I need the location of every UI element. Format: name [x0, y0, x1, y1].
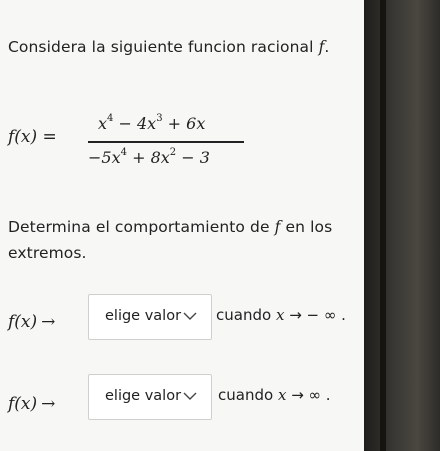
num-term-3: + 6x [162, 114, 206, 133]
row-1-var: x [275, 306, 285, 324]
row-2-target: → ∞ . [291, 386, 331, 404]
row-1-function: f(x) [8, 312, 38, 332]
prompt-line-1: Determina el comportamiento de f en los [8, 218, 332, 236]
den-term-3: − 3 [176, 148, 210, 167]
denominator: −5x4 + 8x2 − 3 [88, 147, 210, 167]
row-2-select[interactable]: elige valor [88, 374, 212, 420]
chevron-down-icon [183, 392, 197, 400]
intro-label: Considera la siguiente funcion racional [8, 38, 314, 56]
prompt-function-symbol: f [274, 218, 281, 236]
row-1-arrow: → [41, 312, 56, 332]
prompt-line-2: extremos. [8, 244, 87, 262]
intro-text: Considera la siguiente funcion racional … [8, 38, 329, 56]
function-lhs: f(x) = [8, 127, 57, 147]
intro-period: . [324, 38, 330, 56]
row-1-cuando: cuando [216, 306, 272, 324]
den-term-1: −5x [88, 148, 121, 167]
row-1-lhs: f(x) → [8, 312, 55, 332]
prompt-text: Determina el comportamiento de [8, 218, 270, 236]
den-term-2: + 8x [126, 148, 170, 167]
num-term-1: x [98, 114, 108, 133]
function-definition: f(x) = x4 − 4x3 + 6x −5x4 + 8x2 − 3 [8, 103, 308, 173]
row-1-select-value: elige valor [105, 308, 182, 324]
row-2-condition: cuando x → ∞ . [218, 386, 331, 404]
row-2-function: f(x) [8, 394, 38, 414]
num-term-2: − 4x [113, 114, 157, 133]
fraction-bar [88, 141, 244, 143]
prompt-text-end: en los [285, 218, 333, 236]
rational-fraction: x4 − 4x3 + 6x −5x4 + 8x2 − 3 [88, 109, 246, 171]
row-1-condition: cuando x → − ∞ . [216, 306, 346, 324]
background-surface [364, 0, 440, 451]
row-2-select-value: elige valor [105, 388, 182, 404]
question-card: Considera la siguiente funcion racional … [0, 0, 364, 451]
row-1-select[interactable]: elige valor [88, 294, 212, 340]
row-2-lhs: f(x) → [8, 394, 55, 414]
row-1-target: → − ∞ . [289, 306, 346, 324]
numerator: x4 − 4x3 + 6x [98, 113, 205, 133]
chevron-down-icon [183, 312, 197, 320]
screen-edge [380, 0, 386, 451]
row-2-arrow: → [41, 394, 56, 414]
row-2-cuando: cuando [218, 386, 274, 404]
row-2-var: x [277, 386, 287, 404]
